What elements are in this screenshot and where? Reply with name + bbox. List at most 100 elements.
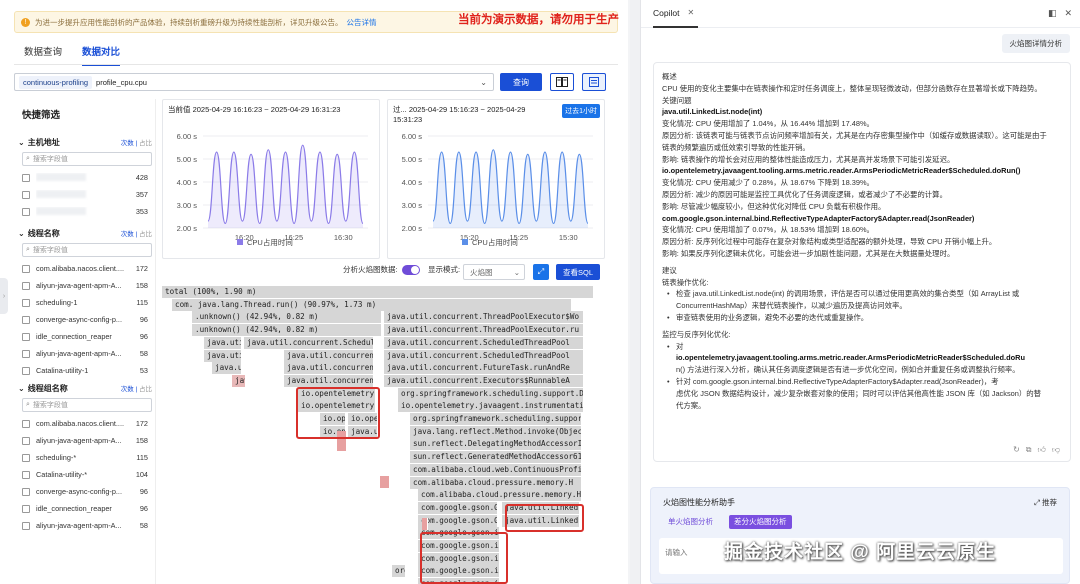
flame-frame[interactable]: java.util.concurrent.ThreadPoolExecutor.… (384, 324, 584, 337)
mode-select[interactable]: 火焰图 ⌄ (463, 264, 525, 280)
expand-icon[interactable]: ⤢ (533, 264, 549, 280)
flame-frame[interactable]: org.springframework.scheduling.suppor (410, 413, 582, 425)
checkbox[interactable] (22, 349, 30, 358)
list-item[interactable]: scheduling-1 115 (14, 294, 156, 311)
checkbox[interactable] (22, 366, 30, 375)
checkbox[interactable] (22, 436, 30, 445)
legend-label[interactable]: CPU占用时间 (247, 237, 293, 247)
flame-frame[interactable]: com.alibaba.cloud.pressure.memory.H (410, 476, 582, 489)
flame-frame[interactable]: com.google.gson.Gs (418, 501, 498, 514)
list-item[interactable]: converge-async-config-p... 96 (14, 311, 156, 328)
flame-frame[interactable]: java.uti (212, 362, 242, 375)
chevron-down-icon[interactable]: ⌄ (18, 229, 25, 238)
checkbox[interactable] (22, 207, 30, 216)
flame-frame[interactable]: java.lang.reflect.Method.invoke(Objec (410, 425, 582, 438)
filter-section-header[interactable]: ⌄ 线程组名称 次数 | 占比 (14, 381, 156, 395)
split-panel-icon[interactable]: ◧ (1048, 8, 1057, 19)
checkbox[interactable] (22, 332, 30, 341)
list-item[interactable]: com.alibaba.nacos.client.... 172 (14, 260, 156, 277)
view-sql-button[interactable]: 查看SQL (556, 264, 600, 280)
list-item[interactable]: 357 (14, 186, 156, 203)
legend-label[interactable]: CPU占用时间 (472, 237, 518, 247)
close-icon[interactable]: ✕ (1064, 8, 1072, 19)
recommend-toggle[interactable]: ⤢ 推荐 (1034, 497, 1057, 508)
checkbox[interactable] (22, 470, 30, 479)
flame-frame[interactable]: org.springframework.scheduling.support.D (398, 387, 584, 400)
checkbox[interactable] (22, 521, 30, 530)
app-chip[interactable]: continuous-profiling (19, 75, 93, 89)
list-item[interactable]: com.alibaba.nacos.client.... 172 (14, 415, 156, 432)
checkbox[interactable] (22, 453, 30, 462)
chevron-down-icon[interactable]: ⌄ (18, 138, 25, 147)
sort-count[interactable]: 次数 (121, 140, 134, 147)
checkbox[interactable] (22, 281, 30, 290)
profile-selector[interactable]: continuous-profiling profile_cpu.cpu ⌄ (14, 73, 494, 91)
thumbs-up-icon[interactable]: 👍︎ (1038, 445, 1046, 455)
list-item[interactable]: aliyun-java-agent-apm-A... 158 (14, 277, 156, 294)
checkbox[interactable] (22, 190, 30, 199)
sort-count[interactable]: 次数 (121, 386, 134, 393)
checkbox[interactable] (22, 298, 30, 307)
checkbox[interactable] (22, 487, 30, 496)
past-cpu-chart[interactable]: 2.00 s3.00 s4.00 s5.00 s6.00 s15:20 15:25… (388, 100, 606, 260)
thumbs-down-icon[interactable]: 👎︎ (1052, 445, 1060, 455)
flame-frame[interactable]: sun.reflect.DelegatingMethodAccessorI (410, 438, 582, 451)
table-view-icon[interactable] (582, 73, 606, 91)
flame-frame[interactable]: com.alibaba.cloud.web.ContinuousProfi (410, 463, 582, 476)
search-input[interactable]: ⌕ 搜索字段值 (22, 398, 152, 412)
flame-frame-small[interactable] (380, 476, 390, 488)
filter-section-header[interactable]: ⌄ 线程名称 次数 | 占比 (14, 226, 156, 240)
sort-count[interactable]: 次数 (121, 231, 134, 238)
chevron-down-icon[interactable]: ⌄ (18, 384, 25, 393)
checkbox[interactable] (22, 315, 30, 324)
analyze-toggle[interactable] (402, 265, 420, 275)
list-item[interactable]: Catalina-utility-* 104 (14, 466, 156, 483)
tab-single-flame[interactable]: 单火焰图分析 (663, 515, 718, 529)
flame-frame[interactable]: java.util.concurrent.ScheduledThreadPool (384, 336, 584, 349)
collapse-handle[interactable]: › (0, 278, 8, 314)
sort-ratio[interactable]: 占比 (139, 386, 152, 393)
flame-frame[interactable]: java.util.concurrent.ScheduledT (244, 336, 374, 349)
checkbox[interactable] (22, 504, 30, 513)
search-input[interactable]: ⌕ 搜索字段值 (22, 152, 152, 166)
tab-data-compare[interactable]: 数据对比 (82, 44, 121, 66)
refresh-icon[interactable]: ↻ (1013, 445, 1020, 455)
list-item[interactable]: 428 (14, 169, 156, 186)
sort-ratio[interactable]: 占比 (139, 140, 152, 147)
chevron-down-icon[interactable]: ⌄ (480, 78, 487, 87)
list-item[interactable]: Catalina-utility-1 53 (14, 362, 156, 379)
flame-frame[interactable]: java.util.concurrent.S (284, 349, 374, 362)
flame-graph[interactable]: total (100%, 1.90 m) com. java.lang.Threa… (162, 286, 622, 584)
list-item[interactable]: aliyun-java-agent-apm-A... 158 (14, 432, 156, 449)
sort-toggle[interactable]: 次数 | 占比 (121, 137, 152, 147)
sort-toggle[interactable]: 次数 | 占比 (121, 228, 152, 238)
flame-frame[interactable]: jav (232, 374, 246, 387)
tab-copilot[interactable]: Copilot ✕ (653, 0, 699, 28)
flame-frame[interactable]: io.opentelemetry.javaagent.instrumentati… (398, 400, 584, 413)
flame-frame[interactable]: java.util.concurrent.FutureTask.runAndRe (384, 362, 584, 375)
flame-frame[interactable]: java.util.concurrent.ThreadPoolExecutor$… (384, 311, 584, 324)
close-icon[interactable]: ✕ (687, 8, 694, 17)
checkbox[interactable] (22, 264, 30, 273)
split-view-icon[interactable] (550, 73, 574, 91)
list-item[interactable]: idle_connection_reaper 96 (14, 500, 156, 517)
search-input[interactable]: ⌕ 搜索字段值 (22, 243, 152, 257)
flame-frame[interactable]: sun.reflect.GeneratedMethodAccessor61 (410, 451, 582, 464)
flame-frame[interactable]: total (100%, 1.90 m) (162, 286, 594, 298)
list-item[interactable]: 353 (14, 203, 156, 220)
tab-data-query[interactable]: 数据查询 (24, 44, 62, 66)
flame-frame[interactable]: java.util.concurrent.ScheduledThreadPool (384, 349, 584, 362)
list-item[interactable]: idle_connection_reaper 96 (14, 328, 156, 345)
checkbox[interactable] (22, 419, 30, 428)
flame-frame[interactable]: .unknown() (42.94%, 0.82 m) (192, 311, 382, 324)
filter-section-header[interactable]: ⌄ 主机地址 次数 | 占比 (14, 135, 156, 149)
sort-ratio[interactable]: 占比 (139, 231, 152, 238)
copy-icon[interactable]: ⧉ (1026, 445, 1032, 455)
checkbox[interactable] (22, 173, 30, 182)
tab-diff-flame[interactable]: 差分火焰图分析 (729, 515, 792, 529)
list-item[interactable]: scheduling-* 115 (14, 449, 156, 466)
flame-frame[interactable]: java.uti (204, 349, 242, 362)
flame-frame[interactable]: com.alibaba.cloud.pressure.memory.Ho (418, 489, 582, 502)
list-item[interactable]: aliyun-java-agent-apm-A... 58 (14, 517, 156, 534)
flame-frame[interactable]: com. java.lang.Thread.run() (90.97%, 1.7… (172, 298, 572, 311)
